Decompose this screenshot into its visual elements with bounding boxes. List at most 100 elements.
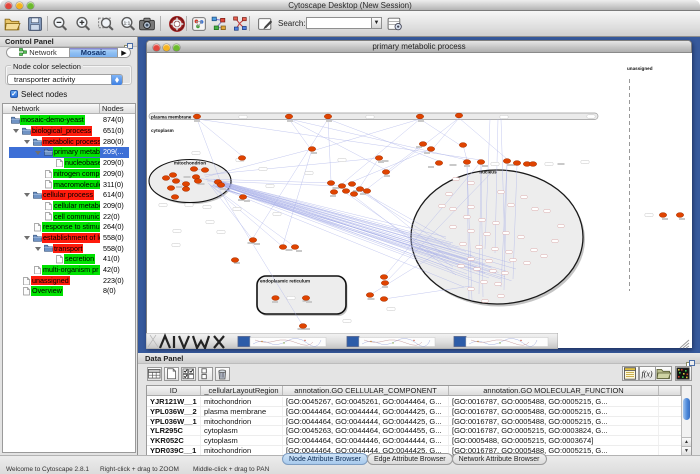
zoom-out-button[interactable] <box>51 15 69 33</box>
tree-label[interactable]: nucleobase- <box>64 158 100 168</box>
network-node[interactable] <box>193 114 200 119</box>
tree-row[interactable]: cell communicat22(0) <box>3 211 135 222</box>
network-node[interactable] <box>676 213 683 218</box>
network-node[interactable] <box>459 143 466 148</box>
tab-mosaic[interactable]: Mosaic <box>69 48 118 57</box>
search-config-button[interactable] <box>386 15 404 33</box>
tree-row[interactable]: transport558(0) <box>3 243 135 254</box>
network-node[interactable] <box>167 186 174 191</box>
minimized-frame-icon[interactable] <box>347 337 359 347</box>
tree-row[interactable]: unassigned223(0) <box>3 275 135 286</box>
tree-row[interactable]: secretion41(0) <box>3 254 135 265</box>
tree-label[interactable]: response to stimul <box>42 222 100 232</box>
search-dropdown-button[interactable]: ▼ <box>371 17 382 29</box>
attr-check-button[interactable] <box>181 367 196 381</box>
tree-row[interactable]: nucleobase-209(0) <box>3 158 135 169</box>
network-node[interactable] <box>529 162 536 167</box>
network-node[interactable] <box>338 184 345 189</box>
lifering-button[interactable] <box>168 15 186 33</box>
attr-grid-button[interactable] <box>147 367 162 381</box>
network-node[interactable] <box>249 238 256 243</box>
network-node[interactable] <box>217 183 224 188</box>
expand-arrow-icon[interactable] <box>24 193 30 197</box>
network-node[interactable] <box>299 324 306 329</box>
network-green-button[interactable] <box>210 15 228 33</box>
column-header[interactable]: annotation.GO CELLULAR_COMPONENT <box>283 386 449 395</box>
network-node[interactable] <box>416 114 423 119</box>
expand-arrow-icon[interactable] <box>24 140 30 144</box>
vizmapper-button[interactable] <box>190 15 208 33</box>
attribute-browser-tab[interactable]: Edge Attribute Browser <box>367 453 453 465</box>
network-node[interactable] <box>513 161 520 166</box>
network-node[interactable] <box>350 192 357 197</box>
network-node[interactable] <box>302 296 309 301</box>
network-node[interactable] <box>427 147 434 152</box>
network-node[interactable] <box>239 195 246 200</box>
tree-row[interactable]: Overview8(0) <box>3 286 135 297</box>
network-node[interactable] <box>342 189 349 194</box>
network-node[interactable] <box>169 173 176 178</box>
tree-label[interactable]: secretion <box>64 254 95 264</box>
network-node[interactable] <box>363 189 370 194</box>
tree-label[interactable]: multi-organism pr <box>42 265 100 275</box>
network-node[interactable] <box>503 159 510 164</box>
annotate-button[interactable] <box>256 15 274 33</box>
network-node[interactable] <box>380 297 387 302</box>
network-red-button[interactable] <box>231 15 249 33</box>
zoom-actual-button[interactable]: 1:1 <box>119 15 137 33</box>
table-scrollbar[interactable]: ▲ ▼ <box>681 386 691 455</box>
attr-cells-button[interactable] <box>198 367 213 381</box>
network-node[interactable] <box>194 179 201 184</box>
tree-label[interactable]: cellular metabo <box>53 201 100 211</box>
table-row[interactable]: YKR052Ccytoplasm[GO:0044464, GO:0044446,… <box>147 436 681 446</box>
tree-label[interactable]: metabolic process <box>42 137 100 147</box>
tab-network[interactable]: Network <box>7 48 69 57</box>
table-row[interactable]: YPL036W__2plasma membrane[GO:0044464, GO… <box>147 407 681 417</box>
expand-arrow-icon[interactable] <box>35 247 41 251</box>
tree-row[interactable]: mosaic-demo-yeast874(0) <box>3 115 135 126</box>
expand-arrow-icon[interactable] <box>35 151 41 155</box>
attr-new-button[interactable] <box>164 367 179 381</box>
tree-row[interactable]: establishment of lo558(0) <box>3 233 135 244</box>
minimized-frame-icon[interactable] <box>454 337 466 347</box>
tree-row[interactable]: primary metabo209(... <box>3 147 135 158</box>
column-header[interactable]: annotation.GO MOLECULAR_FUNCTION <box>449 386 659 395</box>
data-panel-float-icon[interactable] <box>686 355 695 363</box>
tree-row[interactable]: macromolecule311(0) <box>3 179 135 190</box>
network-node[interactable] <box>308 147 315 152</box>
open-folder-button[interactable] <box>3 15 21 33</box>
scroll-down-button[interactable]: ▼ <box>682 446 691 455</box>
table-row[interactable]: YPL036W__1mitochondrion[GO:0044464, GO:0… <box>147 417 681 427</box>
network-node[interactable] <box>172 179 179 184</box>
network-node[interactable] <box>272 296 279 301</box>
save-button[interactable] <box>26 15 44 33</box>
tree-row[interactable]: cellular metabo209(0) <box>3 201 135 212</box>
network-node[interactable] <box>162 176 169 181</box>
network-node[interactable] <box>382 170 389 175</box>
scrollbar-thumb[interactable] <box>683 398 690 420</box>
network-node[interactable] <box>231 258 238 263</box>
formula-fx-button[interactable]: f(x) <box>639 366 656 381</box>
network-canvas[interactable]: plasma membranecytoplasmmitochondrionnuc… <box>147 53 692 348</box>
network-node[interactable] <box>381 281 388 286</box>
trash-button[interactable] <box>215 367 230 381</box>
scroll-up-button[interactable]: ▲ <box>682 437 691 446</box>
tree-label[interactable]: establishment of lo <box>42 233 100 243</box>
tree-row[interactable]: metabolic process280(0) <box>3 136 135 147</box>
select-nodes-checkbox[interactable]: ✓ <box>10 90 18 98</box>
network-node[interactable] <box>455 113 462 118</box>
network-window-titlebar[interactable]: primary metabolic process <box>147 41 691 53</box>
network-node[interactable] <box>201 168 208 173</box>
tree-label[interactable]: unassigned <box>31 276 70 286</box>
tree-row[interactable]: multi-organism pr42(0) <box>3 265 135 276</box>
network-node[interactable] <box>366 293 373 298</box>
network-node[interactable] <box>463 160 470 165</box>
network-node[interactable] <box>327 181 334 186</box>
network-node[interactable] <box>348 182 355 187</box>
expand-arrow-icon[interactable] <box>13 129 19 133</box>
network-node[interactable] <box>279 245 286 250</box>
network-node[interactable] <box>380 275 387 280</box>
folder-olive-button[interactable] <box>655 366 672 381</box>
network-node[interactable] <box>659 213 666 218</box>
resize-grip-icon[interactable] <box>679 336 690 346</box>
